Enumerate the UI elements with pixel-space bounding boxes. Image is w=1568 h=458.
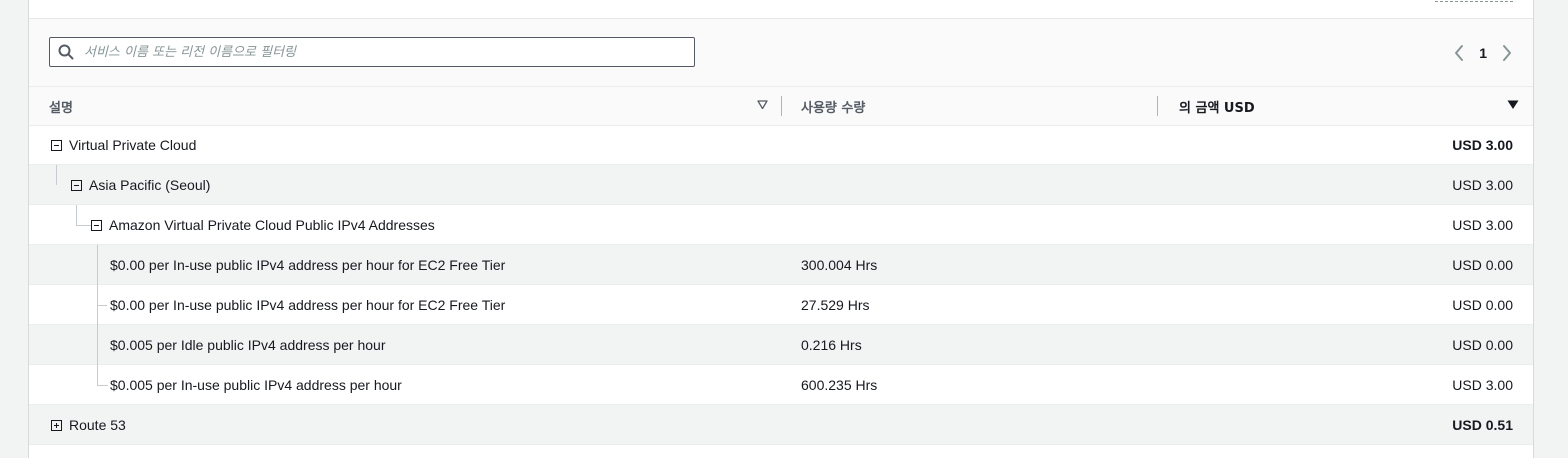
header-usage[interactable]: 사용량 수량 [801,87,865,125]
row-amount: USD 3.00 [1452,137,1513,153]
dashed-link-underline [1435,1,1513,2]
row-label: $0.00 per In-use public IPv4 address per… [110,257,506,273]
header-amount[interactable]: 의 금액 USD [1179,87,1255,125]
table-row: Asia Pacific (Seoul) USD 3.00 [29,165,1533,205]
table-row: $0.005 per In-use public IPv4 address pe… [29,365,1533,405]
collapse-icon[interactable] [71,179,82,191]
table-row: Route 53 USD 0.51 [29,405,1533,445]
collapse-icon[interactable] [51,139,62,151]
sort-descending-outline-icon[interactable] [757,99,768,110]
header-description[interactable]: 설명 [49,87,73,125]
table-toolbar: 1 [29,19,1533,87]
table-row: $0.00 per In-use public IPv4 address per… [29,285,1533,325]
row-amount: USD 3.00 [1452,377,1513,393]
table-row: Virtual Private Cloud USD 3.00 [29,125,1533,165]
row-label: Virtual Private Cloud [69,137,197,153]
row-label: $0.005 per Idle public IPv4 address per … [110,337,386,353]
row-label: $0.005 per In-use public IPv4 address pe… [110,377,402,393]
table-header: 설명 사용량 수량 의 금액 USD [29,87,1533,126]
page-number-current[interactable]: 1 [1479,45,1487,61]
expand-icon[interactable] [51,419,62,431]
table-row: $0.00 per In-use public IPv4 address per… [29,245,1533,285]
row-amount: USD 3.00 [1452,217,1513,233]
cost-breakdown-panel: 1 설명 사용량 수량 의 금액 USD Virtual Private Clo… [28,0,1534,458]
row-amount: USD 3.00 [1452,177,1513,193]
column-divider[interactable] [1157,96,1158,116]
row-amount: USD 0.00 [1452,337,1513,353]
row-usage: 0.216 Hrs [801,337,862,353]
row-label: Amazon Virtual Private Cloud Public IPv4… [109,217,435,233]
pagination: 1 [1453,43,1513,63]
table-row: Amazon Virtual Private Cloud Public IPv4… [29,205,1533,245]
row-label: $0.00 per In-use public IPv4 address per… [110,297,506,313]
row-usage: 27.529 Hrs [801,297,870,313]
row-label: Route 53 [69,417,126,433]
search-input[interactable] [82,43,676,61]
table-row: $0.005 per Idle public IPv4 address per … [29,325,1533,365]
collapse-icon[interactable] [91,219,102,231]
top-strip [29,0,1533,19]
chevron-left-icon[interactable] [1453,44,1465,62]
row-usage: 600.235 Hrs [801,377,878,393]
search-icon [58,44,74,60]
row-amount: USD 0.00 [1452,297,1513,313]
row-amount: USD 0.00 [1452,257,1513,273]
row-amount: USD 0.51 [1452,417,1513,433]
column-divider[interactable] [781,96,782,116]
chevron-right-icon[interactable] [1501,44,1513,62]
row-usage: 300.004 Hrs [801,257,878,273]
sort-descending-icon[interactable] [1507,99,1519,110]
search-field[interactable] [49,37,695,67]
row-label: Asia Pacific (Seoul) [89,177,211,193]
